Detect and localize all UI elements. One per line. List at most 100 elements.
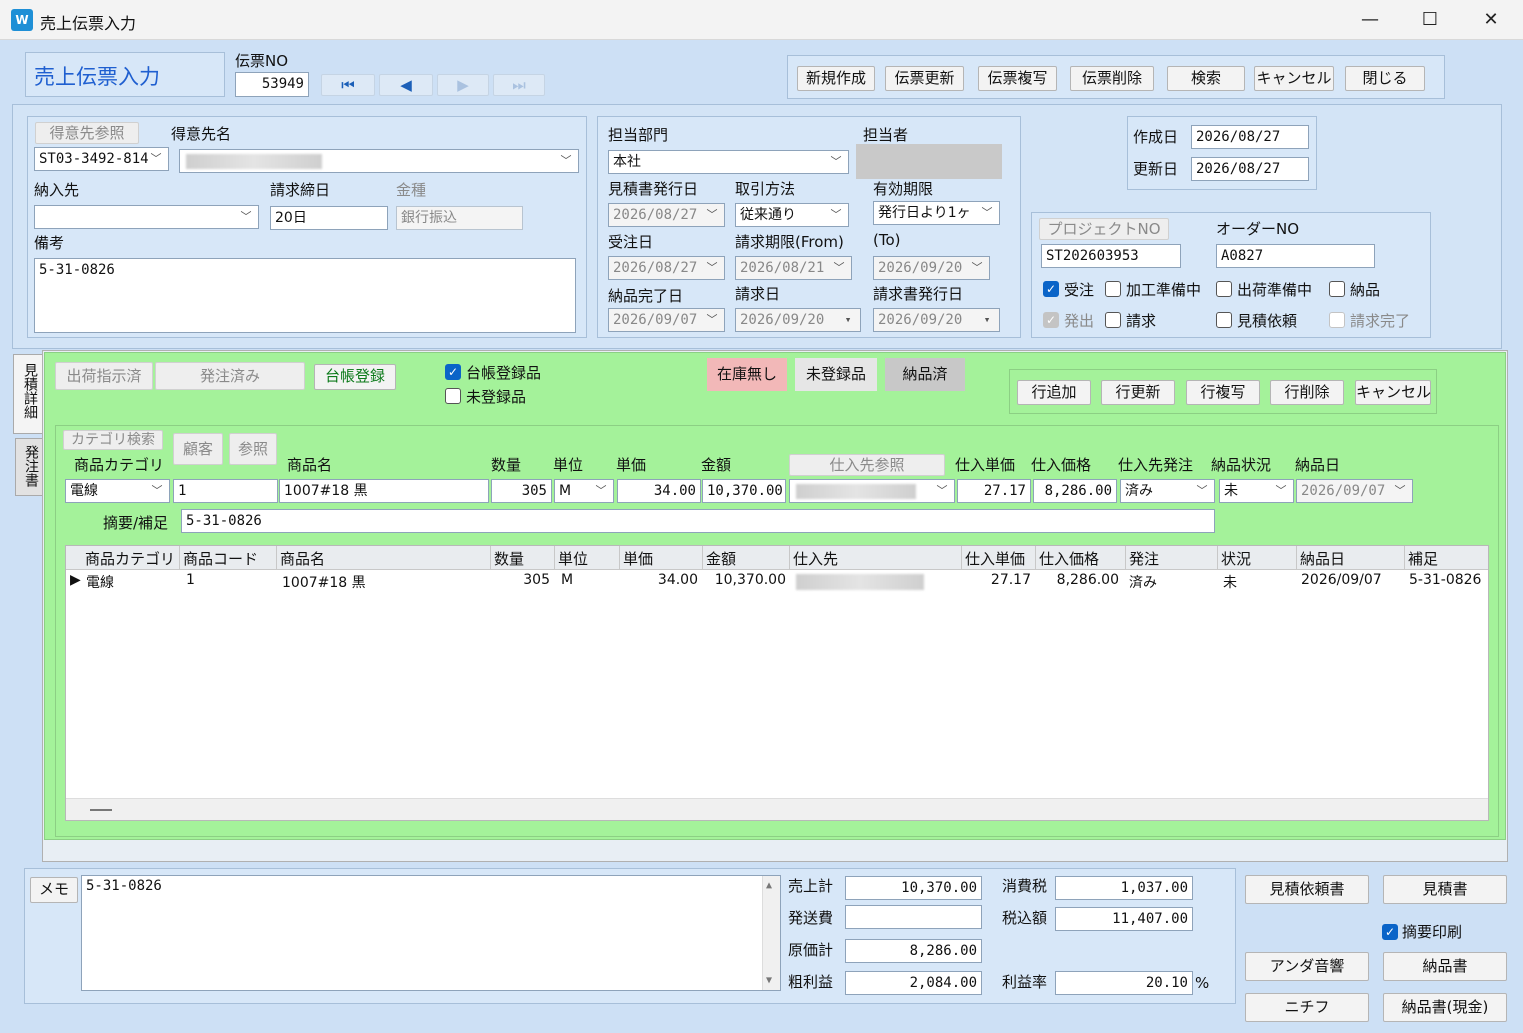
memo-scrollbar[interactable]: ▲ ▼ — [762, 876, 780, 990]
entry-cost-unit-field[interactable]: 27.17 — [957, 479, 1031, 503]
anda-button[interactable]: アンダ音響 — [1245, 952, 1369, 981]
denpyo-no-field[interactable]: 53949 — [235, 72, 309, 97]
chevron-down-icon[interactable]: ﹀ — [827, 207, 845, 223]
entry-unit-combo[interactable]: M ﹀ — [554, 479, 614, 503]
delivered-picker[interactable]: 2026/09/07 ﹀ — [608, 308, 725, 332]
entry-supplier-combo[interactable]: ﹀ — [789, 479, 955, 503]
tab-quote-detail[interactable]: 見積詳細 — [13, 354, 43, 434]
project-check-5-checkbox[interactable] — [1105, 312, 1121, 328]
chevron-down-icon[interactable]: ﹀ — [1391, 483, 1409, 499]
project-check-1-checkbox[interactable] — [1105, 281, 1121, 297]
method-combo[interactable]: 従来通り ﹀ — [735, 203, 849, 227]
entry-name-field[interactable]: 1007#18 黒 — [279, 479, 489, 503]
invoice-date-picker[interactable]: 2026/09/20 ▾ — [873, 308, 1000, 332]
grid-col-0-header[interactable]: 商品カテゴリ — [85, 548, 175, 569]
grid-col-12-header[interactable]: 納品日 — [1300, 548, 1345, 569]
ordered-status-button[interactable]: 発注済み — [155, 362, 305, 390]
grid-col-10-header[interactable]: 発注 — [1129, 548, 1159, 569]
delete-button[interactable]: 伝票削除 — [1070, 66, 1154, 91]
chevron-down-icon[interactable]: ▾ — [978, 312, 996, 328]
cancel-button[interactable]: キャンセル — [1254, 66, 1334, 91]
minimize-button[interactable]: — — [1347, 4, 1393, 36]
search-button[interactable]: 検索 — [1167, 66, 1245, 91]
shipped-status-button[interactable]: 出荷指示済 — [55, 362, 153, 390]
entry-cost-field[interactable]: 8,286.00 — [1033, 479, 1117, 503]
project-check-4-checkbox[interactable]: ✓ — [1043, 312, 1059, 328]
entry-qty-field[interactable]: 305 — [491, 479, 552, 503]
grid-col-3-header[interactable]: 数量 — [494, 548, 524, 569]
dept-combo[interactable]: 本社 ﹀ — [608, 150, 849, 174]
entry-code-field[interactable]: 1 — [173, 479, 278, 503]
summary-field[interactable]: 5-31-0826 — [181, 509, 1215, 533]
grid-col-4-header[interactable]: 単位 — [558, 548, 588, 569]
quote-date-picker[interactable]: 2026/08/27 ﹀ — [608, 203, 725, 227]
grid-col-5-header[interactable]: 単価 — [623, 548, 653, 569]
delete-row-button[interactable]: 行削除 — [1270, 380, 1344, 405]
project-no-field[interactable]: ST202603953 — [1041, 244, 1181, 268]
entry-category-combo[interactable]: 電線 ﹀ — [65, 479, 170, 503]
entry-price-field[interactable]: 34.00 — [617, 479, 701, 503]
ledger-item-checkbox[interactable]: ✓ — [445, 364, 461, 380]
delivery-note-cash-button[interactable]: 納品書(現金) — [1383, 993, 1507, 1022]
grid-col-13-header[interactable]: 補足 — [1408, 548, 1438, 569]
unregistered-checkbox[interactable] — [445, 388, 461, 404]
note-textarea[interactable]: 5-31-0826 — [34, 258, 576, 333]
supplier-ref-button[interactable]: 仕入先参照 — [789, 454, 945, 476]
nichifu-button[interactable]: ニチフ — [1245, 993, 1369, 1022]
bill-from-picker[interactable]: 2026/08/21 ﹀ — [735, 256, 852, 280]
chevron-down-icon[interactable]: ﹀ — [1272, 483, 1290, 499]
customer-ref-button[interactable]: 得意先参照 — [35, 122, 139, 144]
chevron-down-icon[interactable]: ﹀ — [703, 207, 721, 223]
grid-col-2-header[interactable]: 商品名 — [280, 548, 325, 569]
grid-col-7-header[interactable]: 仕入先 — [793, 548, 838, 569]
updated-field[interactable]: 2026/08/27 — [1191, 157, 1309, 181]
grid-col-9-header[interactable]: 仕入価格 — [1039, 548, 1099, 569]
add-row-button[interactable]: 行追加 — [1017, 380, 1091, 405]
table-row[interactable]: ▶ 電線 1 1007#18 黒 305 M 34.00 10,370.00 27.17 8,28… — [66, 570, 1488, 594]
quote-request-button[interactable]: 見積依頼書 — [1245, 875, 1369, 904]
maximize-button[interactable]: ☐ — [1407, 4, 1453, 36]
delivery-combo[interactable]: ﹀ — [34, 205, 259, 229]
project-check-6-checkbox[interactable] — [1216, 312, 1232, 328]
chevron-down-icon[interactable]: ﹀ — [237, 209, 255, 225]
reference-button[interactable]: 参照 — [229, 433, 277, 465]
ship-field[interactable] — [845, 905, 982, 929]
scroll-down-icon[interactable]: ▼ — [766, 975, 772, 986]
chevron-down-icon[interactable]: ﹀ — [703, 260, 721, 276]
grid-col-11-header[interactable]: 状況 — [1221, 548, 1251, 569]
scroll-up-icon[interactable]: ▲ — [766, 880, 772, 891]
person-field[interactable] — [856, 144, 1002, 179]
category-search-button[interactable]: カテゴリ検索 — [63, 430, 163, 450]
memo-button[interactable]: メモ — [30, 877, 78, 903]
ledger-register-button[interactable]: 台帳登録 — [314, 364, 396, 390]
grid-col-8-header[interactable]: 仕入単価 — [965, 548, 1025, 569]
bill-date-picker[interactable]: 2026/09/20 ▾ — [735, 308, 861, 332]
copy-row-button[interactable]: 行複写 — [1186, 380, 1260, 405]
chevron-down-icon[interactable]: ﹀ — [557, 153, 575, 169]
close-button[interactable]: 閉じる — [1345, 66, 1425, 91]
close-window-button[interactable]: ✕ — [1468, 4, 1514, 36]
grid-col-6-header[interactable]: 金額 — [706, 548, 736, 569]
project-check-0-checkbox[interactable]: ✓ — [1043, 281, 1059, 297]
horizontal-scrollbar[interactable] — [66, 798, 1488, 820]
closing-field[interactable]: 20日 — [270, 206, 388, 230]
customer-name-combo[interactable]: ﹀ — [179, 149, 579, 173]
chevron-down-icon[interactable]: ▾ — [839, 312, 857, 328]
chevron-down-icon[interactable]: ﹀ — [830, 260, 848, 276]
entry-status-combo[interactable]: 未 ﹀ — [1219, 479, 1294, 503]
chevron-down-icon[interactable]: ﹀ — [592, 483, 610, 499]
entry-amount-field[interactable]: 10,370.00 — [702, 479, 786, 503]
entry-deliv-picker[interactable]: 2026/09/07 ﹀ — [1296, 479, 1413, 503]
chevron-down-icon[interactable]: ﹀ — [147, 151, 165, 167]
chevron-down-icon[interactable]: ﹀ — [827, 154, 845, 170]
delivery-note-button[interactable]: 納品書 — [1383, 952, 1507, 981]
new-button[interactable]: 新規作成 — [797, 66, 875, 91]
chevron-down-icon[interactable]: ﹀ — [1193, 483, 1211, 499]
chevron-down-icon[interactable]: ﹀ — [978, 205, 996, 221]
cancel-row-button[interactable]: キャンセル — [1355, 380, 1431, 405]
entry-order-combo[interactable]: 済み ﹀ — [1120, 479, 1215, 503]
customer-button[interactable]: 顧客 — [173, 433, 223, 465]
memo-textarea[interactable]: 5-31-0826 ▲ ▼ — [81, 875, 781, 991]
last-record-button[interactable]: ⏭ — [493, 74, 545, 96]
copy-button[interactable]: 伝票複写 — [978, 66, 1057, 91]
